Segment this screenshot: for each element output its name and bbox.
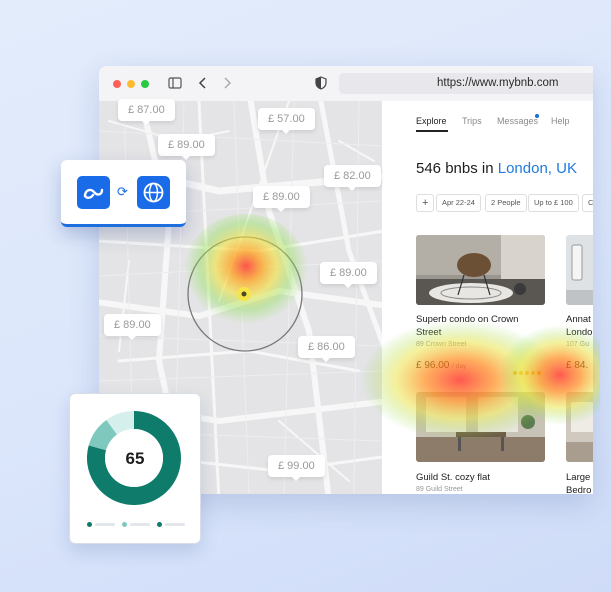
filter-chip-more[interactable]: C: [582, 194, 593, 212]
listing-title[interactable]: Guild St. cozy flat: [416, 471, 541, 484]
map-price-marker[interactable]: £ 89.00: [253, 186, 310, 212]
listing-price: £ 84.: [566, 360, 589, 371]
listing-rating: [513, 362, 543, 380]
listing-photo[interactable]: [566, 392, 593, 462]
sync-icon: ⟳: [117, 184, 128, 199]
score-value: 65: [125, 449, 145, 468]
back-icon[interactable]: [196, 76, 210, 90]
sidebar-icon[interactable]: [168, 76, 182, 90]
legend-dot: [122, 522, 127, 527]
listings-panel: Explore Trips Messages Help 546 bnbs in …: [382, 101, 593, 494]
listing-title[interactable]: Superb condo on Crown Street: [416, 313, 541, 339]
tab-help[interactable]: Help: [551, 116, 570, 126]
listing-photo[interactable]: [416, 392, 545, 462]
map-price-marker[interactable]: £ 89.00: [320, 262, 377, 288]
legend-bar: [95, 523, 115, 526]
globe-icon[interactable]: [137, 176, 170, 209]
integration-card: ⟳: [61, 160, 186, 227]
shield-icon[interactable]: [314, 76, 328, 90]
listing-photo[interactable]: [416, 235, 545, 305]
map-price-marker[interactable]: £ 57.00: [258, 108, 315, 134]
score-card: 65: [69, 393, 201, 544]
address-bar[interactable]: https://www.mybnb.com: [339, 73, 593, 94]
link-logo-icon[interactable]: [77, 176, 110, 209]
browser-toolbar: https://www.mybnb.com: [99, 66, 593, 102]
map-price-marker[interactable]: £ 89.00: [158, 134, 215, 160]
close-window-button[interactable]: [113, 80, 121, 88]
listing-price: £ 96.00 / day: [416, 360, 467, 371]
messages-notification-dot: [535, 114, 539, 118]
page-title: 546 bnbs in London, UK: [416, 160, 577, 177]
map-price-marker[interactable]: £ 87.00: [118, 99, 175, 125]
tab-messages[interactable]: Messages: [497, 116, 538, 126]
filter-chip-price[interactable]: Up to £ 100: [528, 194, 579, 212]
listing-title[interactable]: Annat Londo: [566, 313, 593, 339]
location-link[interactable]: London, UK: [498, 160, 577, 177]
map-price-marker[interactable]: £ 99.00: [268, 455, 325, 481]
minimize-window-button[interactable]: [127, 80, 135, 88]
tab-explore[interactable]: Explore: [416, 116, 447, 126]
add-filter-button[interactable]: +: [416, 194, 434, 212]
map-price-marker[interactable]: £ 89.00: [104, 314, 161, 340]
filter-chip-dates[interactable]: Apr 22-24: [436, 194, 481, 212]
listing-photo[interactable]: [566, 235, 593, 305]
legend-dot: [157, 522, 162, 527]
filter-chip-guests[interactable]: 2 People: [485, 194, 527, 212]
tab-trips[interactable]: Trips: [462, 116, 482, 126]
map-price-marker[interactable]: £ 86.00: [298, 336, 355, 362]
legend-dot: [87, 522, 92, 527]
legend-bar: [165, 523, 185, 526]
forward-icon[interactable]: [220, 76, 234, 90]
listing-address: 107 Gu: [566, 341, 589, 348]
listing-title[interactable]: Large Bedro: [566, 471, 593, 494]
url-text: https://www.mybnb.com: [437, 77, 559, 89]
map-price-marker[interactable]: £ 82.00: [324, 165, 381, 191]
active-tab-indicator: [416, 130, 448, 132]
listing-address: 89 Crown Street: [416, 341, 467, 348]
listing-address: 89 Guild Street: [416, 486, 463, 493]
maximize-window-button[interactable]: [141, 80, 149, 88]
legend-bar: [130, 523, 150, 526]
